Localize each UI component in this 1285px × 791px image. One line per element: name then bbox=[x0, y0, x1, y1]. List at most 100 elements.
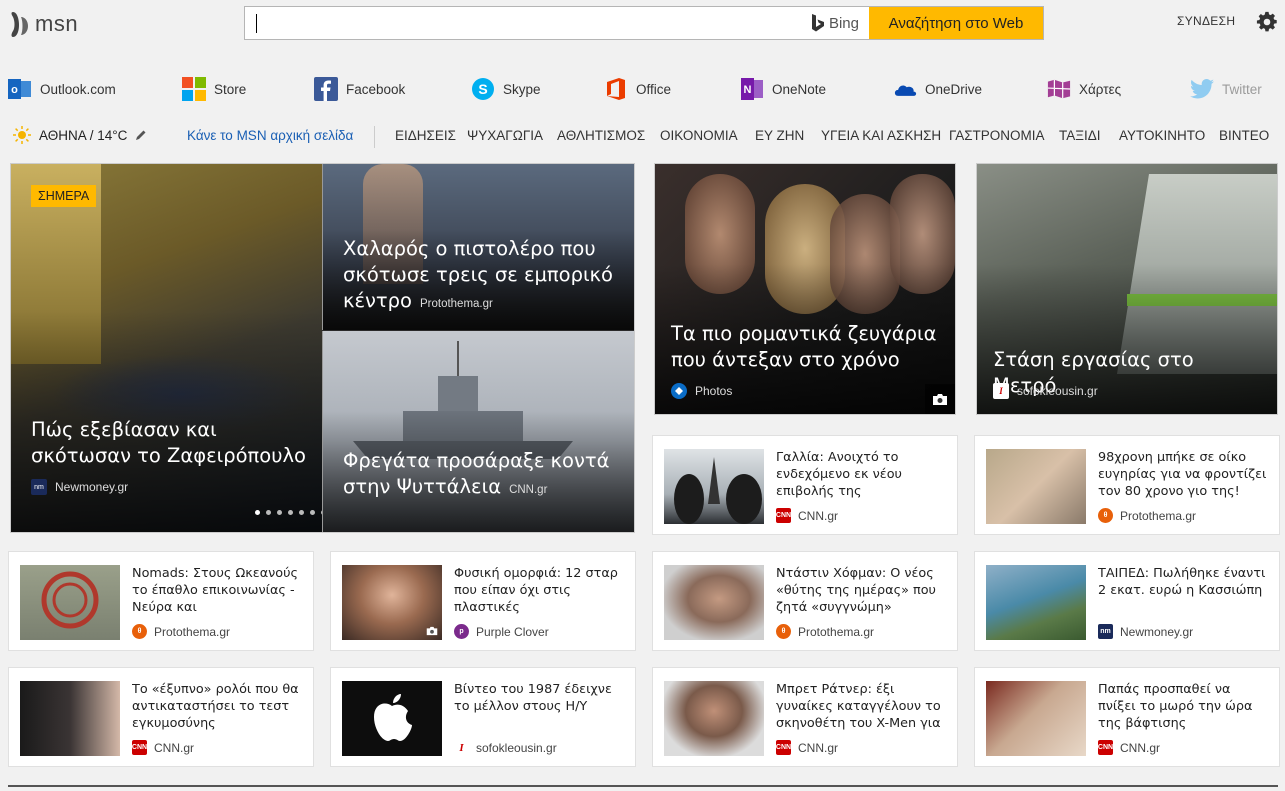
news-card[interactable]: Το «έξυπνο» ρολόι που θα αντικαταστήσει … bbox=[8, 667, 314, 767]
service-skype[interactable]: S Skype bbox=[471, 74, 541, 104]
cnn-logo-icon: CNN bbox=[776, 740, 791, 755]
carousel-dot[interactable] bbox=[310, 510, 315, 515]
carousel-dot[interactable] bbox=[266, 510, 271, 515]
today-badge: ΣΗΜΕΡΑ bbox=[31, 185, 97, 207]
carousel-dot[interactable] bbox=[255, 510, 260, 515]
card-source: CNN CNN.gr bbox=[131, 740, 195, 755]
category-news[interactable]: ΕΙΔΗΣΕΙΣ bbox=[395, 128, 456, 143]
search-bar: Bing Αναζήτηση στο Web bbox=[244, 6, 1044, 40]
category-bar: ΑΘΗΝΑ / 14°C Κάνε το MSN αρχική σελίδα Ε… bbox=[0, 122, 1285, 150]
sofokleousin-logo-icon: Ι bbox=[993, 383, 1009, 399]
hero-main-title: Πώς εξεβίασαν και σκότωσαν το Ζαφειρόπου… bbox=[31, 418, 306, 467]
carousel-dots[interactable] bbox=[255, 510, 322, 515]
bing-brand: Bing bbox=[801, 7, 869, 39]
service-onedrive[interactable]: OneDrive bbox=[893, 74, 982, 104]
service-office[interactable]: Office bbox=[604, 74, 671, 104]
card-source: p Purple Clover bbox=[454, 624, 549, 639]
romantic-couples-source: Photos bbox=[671, 383, 732, 399]
gear-icon[interactable] bbox=[1256, 11, 1278, 33]
category-food[interactable]: ΓΑΣΤΡΟΝΟΜΙΑ bbox=[949, 128, 1045, 143]
store-icon bbox=[182, 77, 206, 101]
news-card[interactable]: Φυσική ομορφιά: 12 σταρ που είπαν όχι στ… bbox=[330, 551, 636, 651]
weather-location: ΑΘΗΝΑ / 14°C bbox=[39, 127, 128, 143]
metro-strike-source: Ι sofokleousin.gr bbox=[993, 383, 1098, 399]
cnn-logo-icon: CNN bbox=[132, 740, 147, 755]
service-store[interactable]: Store bbox=[182, 74, 246, 104]
news-card[interactable]: Ντάστιν Χόφμαν: Ο νέος «θύτης της ημέρας… bbox=[652, 551, 958, 651]
carousel-dot[interactable] bbox=[277, 510, 282, 515]
bing-icon bbox=[811, 14, 824, 32]
metro-strike-tile[interactable]: Στάση εργασίας στο Μετρό Ι sofokleousin.… bbox=[976, 163, 1278, 415]
news-card[interactable]: Γαλλία: Ανοιχτό το ενδεχόμενο εκ νέου επ… bbox=[652, 435, 958, 535]
card-title: 98χρονη μπήκε σε οίκο ευγηρίας για να φρ… bbox=[1098, 450, 1267, 499]
card-title: Βίντεο του 1987 έδειχνε το μέλλον στους … bbox=[454, 682, 612, 714]
camera-icon bbox=[925, 384, 955, 414]
card-title: Μπρετ Ράτνερ: έξι γυναίκες καταγγέλουν τ… bbox=[776, 682, 941, 731]
category-entertainment[interactable]: ΨΥΧΑΓΩΓΙΑ bbox=[467, 128, 543, 143]
card-source: θ Protothema.gr bbox=[132, 624, 230, 639]
news-card[interactable]: Nomads: Στους Ωκεανούς το έπαθλο επικοιν… bbox=[8, 551, 314, 651]
svg-text:N: N bbox=[744, 84, 752, 96]
protothema-logo-icon: θ bbox=[776, 624, 791, 639]
hero-main-source: nm Newmoney.gr bbox=[31, 479, 128, 495]
category-sports[interactable]: ΑΘΛΗΤΙΣΜΟΣ bbox=[557, 128, 645, 143]
category-health[interactable]: ΥΓΕΙΑ ΚΑΙ ΑΣΚΗΣΗ bbox=[821, 128, 941, 143]
cnn-logo-icon: CNN bbox=[776, 508, 791, 523]
category-autos[interactable]: ΑΥΤΟΚΙΝΗΤΟ bbox=[1119, 128, 1205, 143]
news-card[interactable]: ΤΑΙΠΕΔ: Πωλήθηκε έναντι 2 εκατ. ευρώ η Κ… bbox=[974, 551, 1280, 651]
category-video[interactable]: ΒΙΝΤΕΟ bbox=[1219, 128, 1269, 143]
make-homepage-link[interactable]: Κάνε το MSN αρχική σελίδα bbox=[187, 128, 353, 143]
service-twitter[interactable]: Twitter bbox=[1190, 74, 1262, 104]
card-source: CNN CNN.gr bbox=[775, 508, 839, 523]
carousel-dot[interactable] bbox=[299, 510, 304, 515]
card-source: nm Newmoney.gr bbox=[1098, 624, 1193, 639]
onenote-icon: N bbox=[740, 77, 764, 101]
hero-carousel: ΣΗΜΕΡΑ Πώς εξεβίασαν και σκότωσαν το Ζαφ… bbox=[10, 163, 635, 533]
category-travel[interactable]: ΤΑΞΙΔΙ bbox=[1059, 128, 1101, 143]
hero-bottom-right-tile[interactable]: Φρεγάτα προσάραξε κοντά στην Ψυττάλεια CN… bbox=[322, 331, 634, 532]
romantic-couples-tile[interactable]: Τα πιο ρομαντικά ζευγάρια που άντεξαν στ… bbox=[654, 163, 956, 415]
carousel-dot[interactable] bbox=[288, 510, 293, 515]
hero-bottom-right-title: Φρεγάτα προσάραξε κοντά στην Ψυττάλεια CN… bbox=[343, 449, 610, 498]
weather-widget[interactable]: ΑΘΗΝΑ / 14°C bbox=[13, 126, 147, 144]
service-bar: o Outlook.com Store Facebook S Skype Off… bbox=[0, 74, 1285, 104]
hero-main-tile[interactable]: ΣΗΜΕΡΑ Πώς εξεβίασαν και σκότωσαν το Ζαφ… bbox=[11, 164, 322, 532]
onedrive-icon bbox=[893, 77, 917, 101]
text-caret bbox=[256, 14, 257, 33]
card-thumbnail bbox=[20, 565, 120, 640]
service-outlook[interactable]: o Outlook.com bbox=[8, 74, 116, 104]
service-maps[interactable]: Χάρτες bbox=[1047, 74, 1121, 104]
card-thumbnail bbox=[20, 681, 120, 756]
msn-logo-text: msn bbox=[35, 11, 79, 36]
card-source: θ Protothema.gr bbox=[1098, 508, 1196, 523]
newmoney-logo-icon: nm bbox=[31, 479, 47, 495]
camera-icon bbox=[426, 626, 438, 636]
facebook-icon bbox=[314, 77, 338, 101]
footer-divider bbox=[8, 785, 1278, 787]
signin-link[interactable]: ΣΥΝΔΕΣΗ bbox=[1177, 14, 1235, 28]
hero-top-right-tile[interactable]: Χαλαρός ο πιστολέρο που σκότωσε τρεις σε… bbox=[322, 164, 634, 330]
web-search-button[interactable]: Αναζήτηση στο Web bbox=[869, 7, 1043, 39]
msn-logo[interactable]: msn bbox=[9, 8, 78, 40]
search-input[interactable] bbox=[245, 7, 801, 39]
news-card[interactable]: Παπάς προσπαθεί να πνίξει το μωρό την ώρ… bbox=[974, 667, 1280, 767]
category-money[interactable]: ΟΙΚΟΝΟΜΙΑ bbox=[660, 128, 738, 143]
card-source: θ Protothema.gr bbox=[776, 624, 874, 639]
office-icon bbox=[604, 77, 628, 101]
card-title: Φυσική ομορφιά: 12 σταρ που είπαν όχι στ… bbox=[454, 566, 618, 615]
pencil-icon[interactable] bbox=[135, 129, 147, 141]
service-facebook[interactable]: Facebook bbox=[314, 74, 405, 104]
category-lifestyle[interactable]: ΕΥ ΖΗΝ bbox=[755, 128, 804, 143]
news-card[interactable]: Βίντεο του 1987 έδειχνε το μέλλον στους … bbox=[330, 667, 636, 767]
card-title: Nomads: Στους Ωκεανούς το έπαθλο επικοιν… bbox=[132, 566, 299, 615]
card-thumbnail bbox=[664, 565, 764, 640]
service-onenote[interactable]: N OneNote bbox=[740, 74, 826, 104]
news-card[interactable]: Μπρετ Ράτνερ: έξι γυναίκες καταγγέλουν τ… bbox=[652, 667, 958, 767]
newmoney-logo-icon: nm bbox=[1098, 624, 1113, 639]
news-card[interactable]: 98χρονη μπήκε σε οίκο ευγηρίας για να φρ… bbox=[974, 435, 1280, 535]
twitter-icon bbox=[1190, 77, 1214, 101]
apple-logo-image bbox=[374, 694, 412, 741]
svg-text:S: S bbox=[478, 81, 487, 97]
card-source: CNN CNN.gr bbox=[1097, 740, 1161, 755]
hero-top-right-source: Protothema.gr bbox=[419, 298, 493, 310]
